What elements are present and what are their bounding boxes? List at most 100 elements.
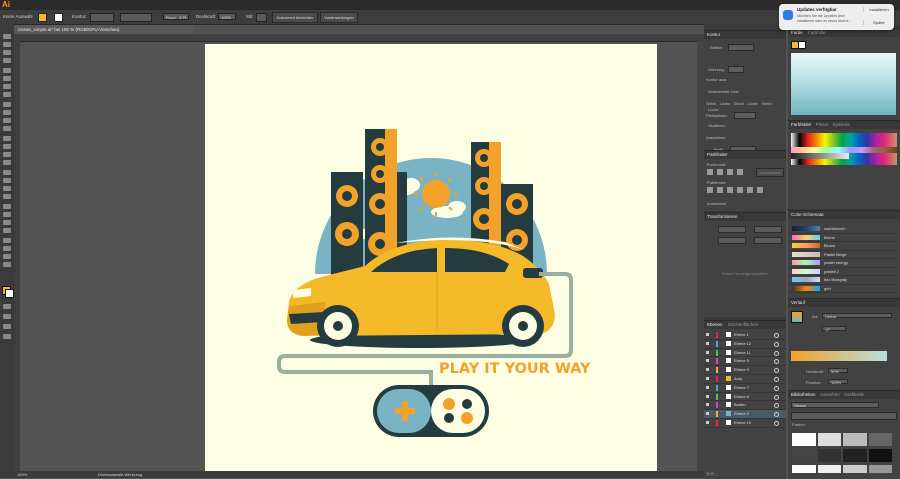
transform-w-input[interactable] (754, 226, 782, 233)
rectangle-tool-icon[interactable] (3, 102, 11, 107)
layer-row[interactable]: Ebene 7 (704, 384, 786, 393)
stroke-panel-title[interactable]: Kontur (704, 31, 786, 39)
eye-icon[interactable] (706, 359, 709, 363)
color-stroke-icon[interactable] (798, 41, 806, 49)
color-group-row[interactable]: Ibiz Bluegray (788, 276, 900, 285)
eye-icon[interactable] (706, 412, 709, 416)
target-icon[interactable] (774, 412, 779, 418)
target-icon[interactable] (774, 376, 779, 382)
color-group-row[interactable]: pastel energy (788, 259, 900, 268)
libraries-tab[interactable]: Bibliotheken (791, 392, 816, 397)
gradient-slider[interactable] (791, 351, 887, 361)
gradient-position-input[interactable]: 100% (828, 379, 848, 385)
column-graph-tool-icon[interactable] (3, 228, 11, 233)
eye-icon[interactable] (706, 341, 709, 345)
stroke-color-icon[interactable] (5, 289, 14, 298)
color-group-row[interactable]: blume (788, 234, 900, 242)
target-icon[interactable] (774, 403, 779, 409)
vertical-ruler[interactable] (14, 41, 20, 471)
color-groups-panel-title[interactable]: Color-Schemata (788, 211, 900, 219)
swatches-tab[interactable]: Farbfelder (791, 122, 812, 127)
target-icon[interactable] (774, 341, 779, 347)
paintbrush-tool-icon[interactable] (3, 110, 11, 115)
curvature-tool-icon[interactable] (3, 76, 11, 81)
eraser-tool-icon[interactable] (3, 126, 11, 131)
layer-row[interactable]: Ebene 1 (704, 331, 786, 340)
selection-tool-icon[interactable] (3, 34, 11, 39)
gradient-angle-input[interactable]: -0° (822, 326, 846, 332)
layer-row[interactable]: Ebene 10 (704, 419, 786, 428)
library-color-grid[interactable] (792, 433, 892, 473)
symbol-sprayer-tool-icon[interactable] (3, 220, 11, 225)
layers-tab[interactable]: Ebenen (707, 322, 723, 327)
library-swatch[interactable] (792, 449, 816, 462)
eye-icon[interactable] (706, 403, 709, 407)
zoom-level[interactable]: 150% (17, 471, 27, 478)
brushes-tab[interactable]: Pinsel (816, 122, 828, 127)
layer-row[interactable]: Ebene 11 (704, 349, 786, 358)
drawing-modes-icon[interactable] (3, 314, 11, 319)
color-guide-tab[interactable]: Farbhilfe (808, 30, 826, 35)
color-group-row[interactable]: pastell 2 (788, 268, 900, 276)
library-swatch[interactable] (792, 465, 816, 473)
color-tab[interactable]: Farbe (791, 30, 803, 35)
slice-tool-icon[interactable] (3, 246, 11, 251)
target-icon[interactable] (774, 333, 779, 338)
variable-width-field[interactable] (120, 13, 152, 22)
brush-profile-select[interactable]: Rund · 3 Pt. (163, 13, 189, 20)
later-button[interactable]: Später (863, 20, 894, 25)
screen-mode-icon[interactable] (3, 324, 11, 329)
lasso-tool-icon[interactable] (3, 58, 11, 63)
opacity-field[interactable]: 100% (218, 13, 236, 20)
minus-back-icon[interactable] (757, 187, 763, 193)
layer-row[interactable]: Ebene 12 (704, 340, 786, 349)
perspective-grid-tool-icon[interactable] (3, 178, 11, 183)
target-icon[interactable] (774, 385, 779, 391)
eye-icon[interactable] (706, 394, 709, 398)
rotate-tool-icon[interactable] (3, 136, 11, 141)
merge-icon[interactable] (727, 187, 733, 193)
artboards-tab[interactable]: Zeichenflächen (728, 322, 759, 327)
layer-row[interactable]: Ebene 8 (704, 393, 786, 402)
target-icon[interactable] (774, 394, 779, 400)
library-swatch[interactable] (817, 449, 841, 462)
gradient-tool-icon[interactable] (3, 194, 11, 199)
mesh-tool-icon[interactable] (3, 186, 11, 191)
library-swatch[interactable] (817, 433, 841, 446)
edit-toolbar-icon[interactable] (3, 334, 11, 339)
library-swatch[interactable] (868, 465, 892, 473)
layer-row[interactable]: Auto (704, 375, 786, 384)
pencil-tool-icon[interactable] (3, 118, 11, 123)
exclude-icon[interactable] (737, 169, 743, 175)
horizontal-ruler[interactable] (14, 34, 704, 42)
color-group-row[interactable]: Pastel Beige (788, 251, 900, 259)
library-swatch[interactable] (792, 433, 816, 446)
transform-y-input[interactable] (718, 237, 746, 244)
align-tab[interactable]: Ausrichten (707, 201, 726, 206)
layer-row[interactable]: Boden (704, 401, 786, 411)
gradient-type-select[interactable]: Linear (822, 313, 892, 319)
pathfinder-panel-title[interactable]: Pathfinder (704, 151, 786, 159)
transform-h-input[interactable] (754, 237, 782, 244)
eye-icon[interactable] (706, 333, 709, 336)
library-swatch[interactable] (868, 433, 892, 446)
document-tab[interactable]: nissan_simple.ai* bei 150 % (RGB/GPU-Vor… (14, 25, 194, 34)
width-tool-icon[interactable] (3, 152, 11, 157)
artboard-tool-icon[interactable] (3, 238, 11, 243)
target-icon[interactable] (774, 420, 779, 426)
target-icon[interactable] (774, 368, 779, 374)
zoom-tool-icon[interactable] (3, 262, 11, 267)
install-button[interactable]: Installieren (863, 7, 894, 12)
color-group-row[interactable]: grid (788, 285, 900, 293)
gray-swatches[interactable] (791, 153, 849, 159)
fill-swatch[interactable] (38, 13, 47, 22)
eye-icon[interactable] (706, 376, 709, 380)
divide-icon[interactable] (707, 187, 713, 193)
dashed-line-label[interactable]: Gestrichelte Linie (708, 89, 739, 94)
gradient-panel-title[interactable]: Verlauf (788, 299, 900, 307)
free-transform-tool-icon[interactable] (3, 160, 11, 165)
transform-x-input[interactable] (718, 226, 746, 233)
style-picker[interactable] (256, 13, 267, 22)
target-icon[interactable] (774, 359, 779, 365)
layer-row[interactable]: Ebene 5 (704, 357, 786, 367)
